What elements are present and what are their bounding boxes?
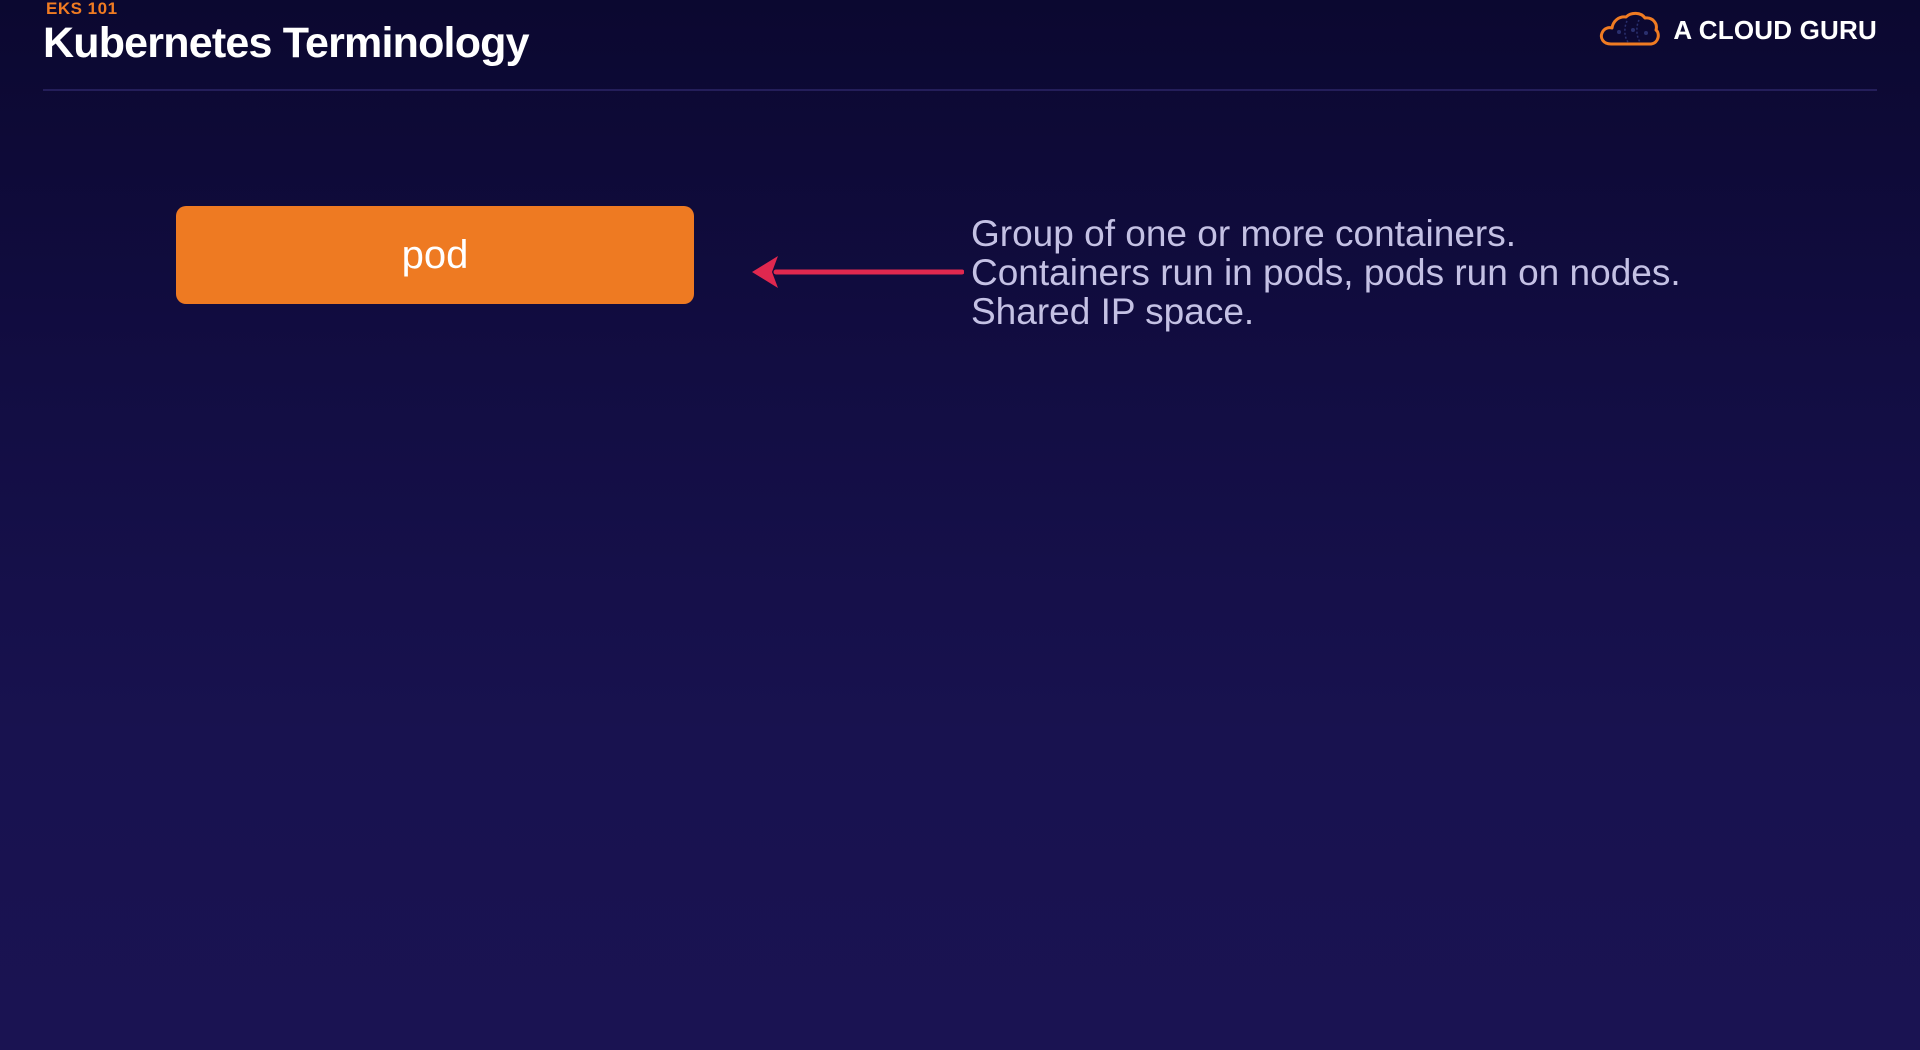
brand: A CLOUD GURU [1597, 10, 1877, 50]
description-line: Shared IP space. [971, 291, 1255, 332]
header-divider [43, 89, 1877, 91]
term-description: Group of one or more containers. Contain… [971, 214, 1681, 331]
term-label: pod [401, 232, 469, 277]
slide-title: Kubernetes Terminology [43, 19, 530, 67]
cloud-logo-icon [1600, 11, 1661, 46]
term-box-pod: pod [176, 206, 694, 304]
course-label: EKS 101 [46, 0, 118, 18]
brand-name: A CLOUD GURU [1673, 14, 1877, 45]
description-line: Group of one or more containers. [971, 213, 1517, 254]
description-line: Containers run in pods, pods run on node… [971, 252, 1681, 293]
left-arrow-icon [752, 256, 964, 288]
